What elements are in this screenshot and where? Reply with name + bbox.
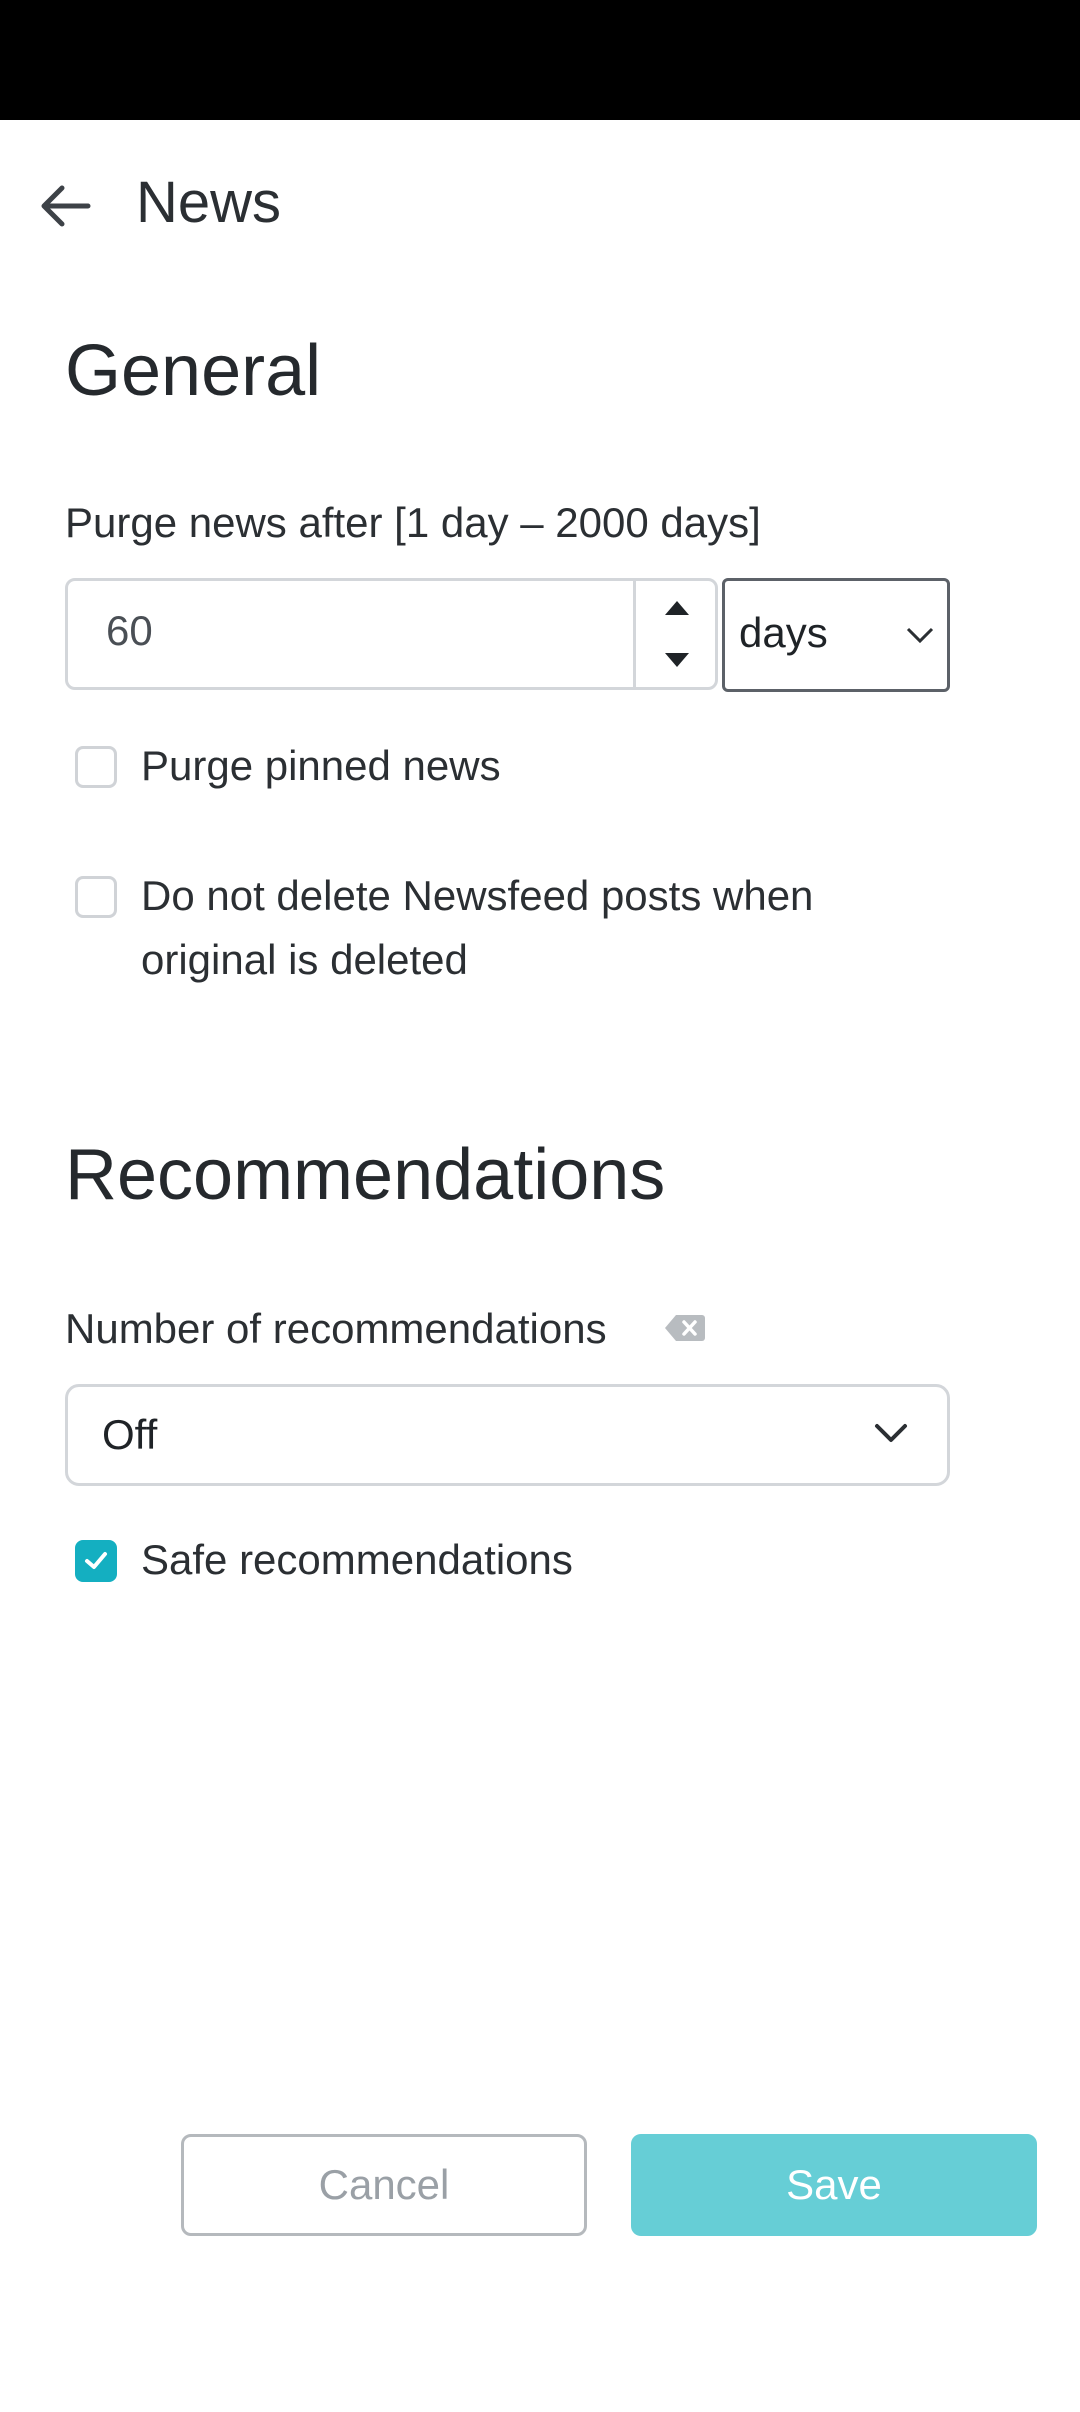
number-of-recommendations-select[interactable]: Off — [65, 1384, 950, 1486]
page-title: News — [136, 170, 282, 235]
triangle-up-icon — [665, 601, 689, 615]
app-bar: News — [0, 120, 1080, 290]
cancel-button[interactable]: Cancel — [181, 2134, 587, 2236]
purge-days-input[interactable]: 60 — [65, 578, 718, 690]
backspace-clear-icon[interactable] — [664, 1313, 706, 1348]
save-button[interactable]: Save — [631, 2134, 1037, 2236]
increment-button[interactable] — [636, 581, 715, 634]
purge-unit-value: days — [739, 609, 828, 656]
number-of-recommendations-value: Off — [102, 1411, 158, 1458]
status-bar — [0, 0, 1080, 120]
check-icon — [85, 1552, 107, 1569]
purge-pinned-label: Purge pinned news — [141, 742, 501, 789]
safe-recommendations-checkbox[interactable] — [75, 1540, 117, 1582]
chevron-down-icon — [875, 1424, 907, 1442]
purge-days-value: 60 — [106, 607, 153, 654]
section-heading-recommendations: Recommendations — [65, 1135, 666, 1215]
keep-newsfeed-label-line1: Do not delete Newsfeed posts when — [141, 872, 814, 919]
section-heading-general: General — [65, 331, 322, 411]
keep-newsfeed-label-line2: original is deleted — [141, 936, 468, 983]
purge-pinned-checkbox[interactable] — [75, 746, 117, 788]
arrow-left-icon[interactable] — [34, 174, 98, 238]
number-stepper — [633, 581, 715, 687]
triangle-down-icon — [665, 653, 689, 667]
decrement-button[interactable] — [636, 634, 715, 687]
purge-unit-select[interactable]: days — [722, 578, 950, 692]
keep-newsfeed-checkbox[interactable] — [75, 876, 117, 918]
chevron-down-icon — [906, 627, 934, 644]
purge-after-label: Purge news after [1 day – 2000 days] — [65, 499, 761, 546]
number-of-recommendations-label: Number of recommendations — [65, 1305, 607, 1352]
safe-recommendations-label: Safe recommendations — [141, 1536, 573, 1583]
